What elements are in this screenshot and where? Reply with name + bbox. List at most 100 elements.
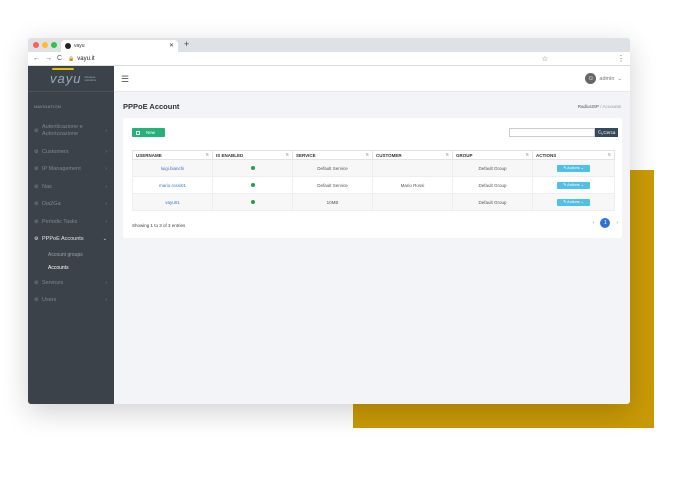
accounts-card: New 🔍︎ Cerca USERNAME ⇅ IS ENABLED ⇅ SERVI… [123, 118, 622, 238]
column-header-customer[interactable]: CUSTOMER ⇅ [372, 150, 453, 160]
actions-dropdown-button[interactable]: ✎ Actions ⌄ [557, 198, 590, 206]
sidebar-item-label: Periodic Tasks [42, 218, 78, 225]
group-cell: Default Group [452, 176, 533, 194]
sort-icon: ⇅ [205, 152, 209, 157]
forward-icon[interactable]: → [45, 55, 52, 62]
username-link[interactable]: vayu01 [165, 200, 180, 205]
gear-icon: ⚙ [34, 166, 39, 173]
search-button[interactable]: 🔍︎ Cerca [595, 128, 618, 137]
chevron-right-icon: › [105, 148, 107, 155]
table-info: Showing 1 to 3 of 3 entries [132, 223, 186, 228]
sidebar-item-periodic-tasks[interactable]: ⚙ Periodic Tasks › [28, 213, 114, 231]
back-icon[interactable]: ← [33, 55, 40, 62]
tab-title: vayu [74, 43, 85, 49]
column-header-actions[interactable]: ACTIONS ⇅ [532, 150, 615, 160]
actions-dropdown-button[interactable]: ✎ Actions ⌄ [557, 181, 590, 189]
sidebar-item-label: PPPoE Accounts [42, 236, 84, 243]
previous-page-icon[interactable]: ‹ [593, 220, 595, 226]
search-button-label: Cerca [603, 130, 616, 135]
sort-icon: ⇅ [607, 152, 611, 157]
column-header-is-enabled[interactable]: IS ENABLED ⇅ [212, 150, 293, 160]
table-header-row: USERNAME ⇅ IS ENABLED ⇅ SERVICE ⇅ CUSTOMER ⇅… [132, 150, 615, 160]
page-title: PPPoE Account [123, 102, 180, 111]
url-field[interactable]: 🔒 vayu.it [68, 56, 95, 62]
window-controls [33, 42, 57, 48]
next-page-icon[interactable]: › [616, 220, 618, 226]
service-cell: 10MB [292, 193, 373, 211]
group-cell: Default Group [452, 159, 533, 177]
close-window-dot[interactable] [33, 42, 39, 48]
customer-cell [372, 193, 453, 211]
column-header-username[interactable]: USERNAME ⇅ [132, 150, 213, 160]
service-cell: Default Service [292, 176, 373, 194]
sidebar-item-label: IP Management [42, 166, 81, 173]
browser-menu-icon[interactable]: ⋮ [617, 54, 625, 63]
column-header-group[interactable]: GROUP ⇅ [452, 150, 533, 160]
chevron-right-icon: › [105, 279, 107, 286]
sidebar-item-auth[interactable]: ⚙ Autenticazione e Autorizzazione › [28, 119, 114, 143]
search-input[interactable] [509, 128, 595, 137]
bookmark-star-icon[interactable]: ☆ [542, 55, 548, 63]
sidebar-item-users[interactable]: ⚙ Users › [28, 292, 114, 310]
user-name: admin [599, 75, 615, 82]
chevron-right-icon: › [105, 201, 107, 208]
favicon-icon [65, 43, 71, 49]
customer-cell: Mario Rossi [372, 176, 453, 194]
new-button-label: New [146, 130, 156, 135]
gear-icon: ⚙ [34, 127, 39, 134]
close-tab-icon[interactable]: ✕ [169, 42, 174, 49]
user-menu[interactable]: ☺ admin ⌄ [585, 73, 622, 84]
hamburger-menu-icon[interactable]: ☰ [121, 75, 129, 84]
sidebar-item-ip-management[interactable]: ⚙ IP Management › [28, 161, 114, 179]
column-header-service[interactable]: SERVICE ⇅ [292, 150, 373, 160]
new-tab-icon[interactable]: + [184, 39, 189, 49]
browser-tab[interactable]: vayu ✕ [61, 40, 178, 52]
new-button[interactable]: New [132, 128, 165, 137]
username-link[interactable]: luigi.bianchi [161, 166, 185, 171]
gear-icon: ⚙ [34, 236, 39, 243]
sidebar-item-dia2ga[interactable]: ⚙ Dia2Ga › [28, 196, 114, 214]
sidebar-item-services[interactable]: ⚙ Services › [28, 274, 114, 292]
address-bar: ← → C 🔒 vayu.it ☆ ⋮ [28, 52, 630, 66]
gear-icon: ⚙ [34, 297, 39, 304]
minimize-window-dot[interactable] [42, 42, 48, 48]
avatar-icon: ☺ [585, 73, 597, 84]
tab-bar: vayu ✕ + [28, 38, 630, 52]
chevron-right-icon: › [105, 297, 107, 304]
sidebar: vayu wireless solutions NAVIGATION ⚙ Aut… [28, 66, 114, 404]
sidebar-item-label: Autenticazione e Autorizzazione [42, 124, 83, 137]
username-link[interactable]: mario.rossi01 [159, 183, 186, 188]
service-cell: Default Service [292, 159, 373, 177]
chevron-right-icon: › [105, 183, 107, 190]
main-content: PPPoE Account RadiusISP / Accounts New 🔍… [114, 92, 630, 404]
lock-icon: 🔒 [68, 55, 75, 62]
sidebar-item-label: Dia2Ga [42, 201, 61, 208]
nav-header: NAVIGATION [34, 104, 62, 109]
sidebar-item-label: Nas [42, 183, 52, 190]
breadcrumb-current: Accounts [602, 104, 621, 109]
sort-icon: ⇅ [285, 152, 289, 157]
gear-icon: ⚙ [34, 183, 39, 190]
breadcrumb-root[interactable]: RadiusISP [578, 104, 599, 109]
group-cell: Default Group [452, 193, 533, 211]
reload-icon[interactable]: C [57, 55, 62, 62]
sort-icon: ⇅ [365, 152, 369, 157]
sidebar-subitem-account-groups[interactable]: Account groups [28, 248, 114, 261]
sidebar-subitem-accounts[interactable]: Accounts [28, 261, 114, 274]
page-button-current[interactable]: 1 [600, 218, 611, 228]
logo[interactable]: vayu wireless solutions [28, 66, 114, 92]
sidebar-item-customers[interactable]: ⚙ Customers › [28, 143, 114, 161]
sidebar-item-pppoe-accounts[interactable]: ⚙ PPPoE Accounts ⌄ [28, 231, 114, 249]
pagination: ‹ 1 › [593, 218, 618, 228]
breadcrumb: RadiusISP / Accounts [578, 104, 621, 109]
chevron-right-icon: › [105, 218, 107, 225]
sidebar-item-label: Customers [42, 148, 69, 155]
sort-icon: ⇅ [525, 152, 529, 157]
url-text: vayu.it [77, 55, 95, 62]
actions-dropdown-button[interactable]: ✎ Actions ⌄ [557, 164, 590, 172]
chevron-down-icon: ⌄ [617, 75, 622, 82]
gear-icon: ⚙ [34, 148, 39, 155]
gear-icon: ⚙ [34, 201, 39, 208]
maximize-window-dot[interactable] [51, 42, 57, 48]
sidebar-item-nas[interactable]: ⚙ Nas › [28, 178, 114, 196]
